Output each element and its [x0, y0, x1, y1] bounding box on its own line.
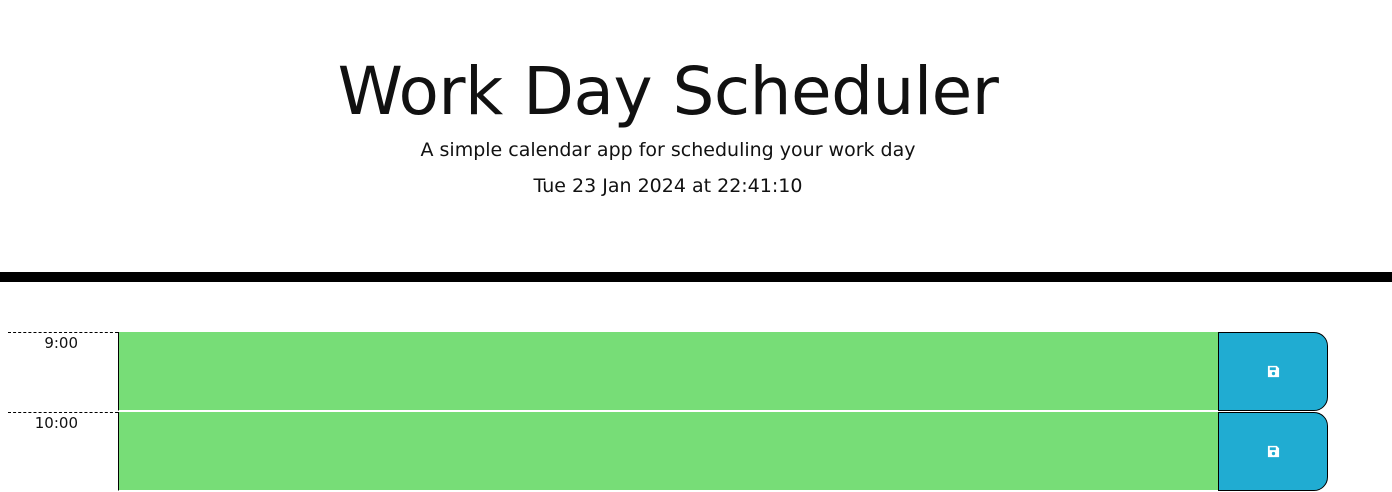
- save-button[interactable]: [1218, 412, 1328, 491]
- time-block-9: 9:00: [8, 332, 1328, 412]
- header-divider: [0, 272, 1392, 282]
- description-textarea[interactable]: [118, 412, 1218, 491]
- hour-text: 10:00: [34, 414, 78, 432]
- header: Work Day Scheduler A simple calendar app…: [0, 0, 1392, 272]
- description-textarea[interactable]: [118, 332, 1218, 411]
- page-title: Work Day Scheduler: [337, 53, 999, 130]
- save-icon: [1267, 445, 1279, 458]
- save-icon: [1267, 365, 1279, 378]
- current-date-time: Tue 23 Jan 2024 at 22:41:10: [533, 175, 803, 197]
- time-block-10: 10:00: [8, 412, 1328, 492]
- save-button[interactable]: [1218, 332, 1328, 411]
- hour-label: 10:00: [8, 412, 118, 491]
- hour-label: 9:00: [8, 332, 118, 411]
- hour-text: 9:00: [44, 334, 78, 352]
- page-subtitle: A simple calendar app for scheduling you…: [420, 139, 916, 161]
